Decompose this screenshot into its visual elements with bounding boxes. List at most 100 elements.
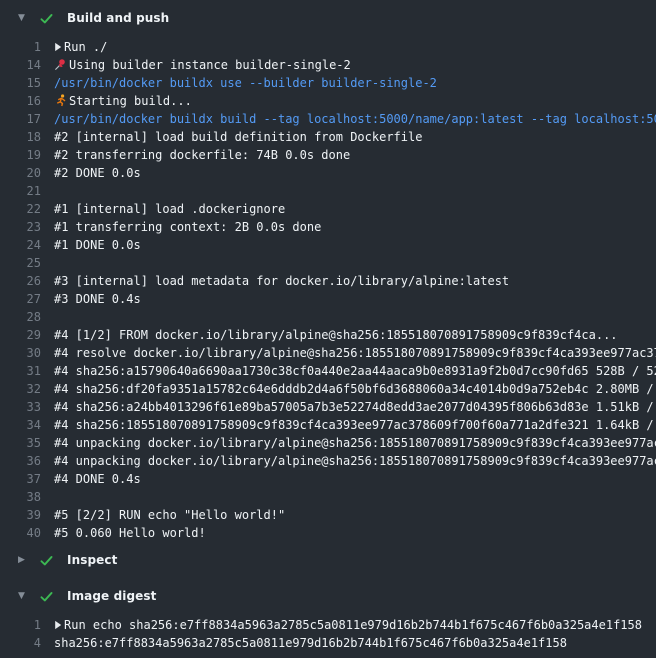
log-line: 32 #4 sha256:df20fa9351a15782c64e6dddb2d4… (0, 380, 656, 398)
log-line: 21 (0, 182, 656, 200)
log-text-content: Starting build... (69, 94, 192, 108)
log-text-command: /usr/bin/docker buildx build --tag local… (54, 112, 656, 126)
log-line: 37 #4 DONE 0.4s (0, 470, 656, 488)
log-text-content: #4 sha256:185518070891758909c9f839cf4ca3… (54, 418, 656, 432)
line-number[interactable]: 24 (0, 236, 41, 254)
section-inspect: ▶ Inspect (0, 542, 656, 578)
line-number[interactable]: 17 (0, 110, 41, 128)
section-header-image-digest[interactable]: ▼Image digest (0, 578, 656, 614)
log-line: 40 #5 0.060 Hello world! (0, 524, 656, 542)
log-line: 16 Starting build... (0, 92, 656, 110)
line-number[interactable]: 28 (0, 308, 41, 326)
line-number[interactable]: 1 (0, 616, 41, 634)
chevron-down-icon[interactable]: ▼ (18, 14, 29, 23)
log-line: 4 sha256:e7ff8834a5963a2785c5a0811e979d16… (0, 634, 656, 652)
log-text-content: #3 [internal] load metadata for docker.i… (54, 274, 509, 288)
log-text-content: #3 DONE 0.4s (54, 292, 141, 306)
line-number[interactable]: 32 (0, 380, 41, 398)
success-check-icon (39, 589, 54, 604)
log-text: #3 [internal] load metadata for docker.i… (54, 274, 509, 288)
line-number[interactable]: 37 (0, 470, 41, 488)
log-text-content: #4 resolve docker.io/library/alpine@sha2… (54, 346, 656, 360)
section-header-inspect[interactable]: ▶ Inspect (0, 542, 656, 578)
workflow-log-viewer: ▼Build and push1Run ./14Using builder in… (0, 0, 656, 652)
log-text: #4 unpacking docker.io/library/alpine@sh… (54, 454, 656, 468)
log-line: 24 #1 DONE 0.0s (0, 236, 656, 254)
log-text-content: #2 DONE 0.0s (54, 166, 141, 180)
log-text: #1 DONE 0.0s (54, 238, 141, 252)
log-text: #1 [internal] load .dockerignore (54, 202, 285, 216)
line-number[interactable]: 33 (0, 398, 41, 416)
run-toggle-icon[interactable] (54, 616, 64, 634)
line-number[interactable]: 16 (0, 92, 41, 110)
section-build-and-push: ▼Build and push 1 Run ./ 14 Using builder in… (0, 0, 656, 542)
log-text-content: #1 [internal] load .dockerignore (54, 202, 285, 216)
line-number[interactable]: 15 (0, 74, 41, 92)
line-number[interactable]: 27 (0, 290, 41, 308)
line-number[interactable]: 25 (0, 254, 41, 272)
log-text-content: Run echo sha256:e7ff8834a5963a2785c5a081… (64, 618, 642, 632)
log-line: 34 #4 sha256:185518070891758909c9f839cf4c… (0, 416, 656, 434)
line-number[interactable]: 36 (0, 452, 41, 470)
line-number[interactable]: 18 (0, 128, 41, 146)
line-number[interactable]: 40 (0, 524, 41, 542)
log-text: #1 transferring context: 2B 0.0s done (54, 220, 321, 234)
log-text: #4 [1/2] FROM docker.io/library/alpine@s… (54, 328, 618, 342)
log-line: 31 #4 sha256:a15790640a6690aa1730c38cf0a4… (0, 362, 656, 380)
line-number[interactable]: 20 (0, 164, 41, 182)
log-line: 25 (0, 254, 656, 272)
line-number[interactable]: 31 (0, 362, 41, 380)
section-image-digest: ▼Image digest 1 Run echo sha256:e7ff8834a5… (0, 578, 656, 652)
section-header-build-and-push[interactable]: ▼Build and push (0, 0, 656, 36)
line-number[interactable]: 29 (0, 326, 41, 344)
log-text-content: Using builder instance builder-single-2 (69, 58, 351, 72)
log-text-content: #2 [internal] load build definition from… (54, 130, 422, 144)
line-number[interactable]: 26 (0, 272, 41, 290)
line-number[interactable]: 39 (0, 506, 41, 524)
log-text: #4 sha256:185518070891758909c9f839cf4ca3… (54, 418, 656, 432)
log-text: #2 [internal] load build definition from… (54, 130, 422, 144)
line-number[interactable]: 14 (0, 56, 41, 74)
log-line: 23 #1 transferring context: 2B 0.0s done (0, 218, 656, 236)
log-text: #4 sha256:a24bb4013296f61e89ba57005a7b3e… (54, 400, 656, 414)
line-number[interactable]: 4 (0, 634, 41, 652)
log-text-content: #4 unpacking docker.io/library/alpine@sh… (54, 454, 656, 468)
log-text: #5 [2/2] RUN echo "Hello world!" (54, 508, 285, 522)
line-number[interactable]: 21 (0, 182, 41, 200)
line-number[interactable]: 1 (0, 38, 41, 56)
log-text-content: #1 transferring context: 2B 0.0s done (54, 220, 321, 234)
pushpin-icon (54, 56, 69, 74)
line-number[interactable]: 34 (0, 416, 41, 434)
log-line: 20 #2 DONE 0.0s (0, 164, 656, 182)
log-text: #4 sha256:df20fa9351a15782c64e6dddb2d4a6… (54, 382, 656, 396)
log-line: 30 #4 resolve docker.io/library/alpine@sh… (0, 344, 656, 362)
chevron-down-icon[interactable]: ▼ (18, 592, 29, 601)
line-number[interactable]: 22 (0, 200, 41, 218)
log-text-content: #4 DONE 0.4s (54, 472, 141, 486)
line-number[interactable]: 19 (0, 146, 41, 164)
line-number[interactable]: 23 (0, 218, 41, 236)
log-text-content: #4 [1/2] FROM docker.io/library/alpine@s… (54, 328, 618, 342)
log-line: 17/usr/bin/docker buildx build --tag loc… (0, 110, 656, 128)
chevron-right-icon[interactable]: ▶ (18, 556, 29, 565)
log-text-command: /usr/bin/docker buildx use --builder bui… (54, 76, 437, 90)
log-text: Starting build... (54, 94, 192, 108)
section-title: Inspect (67, 553, 117, 567)
log-line: 19#2 transferring dockerfile: 74B 0.0s d… (0, 146, 656, 164)
line-number[interactable]: 30 (0, 344, 41, 362)
log-line: 14 Using builder instance builder-single-… (0, 56, 656, 74)
log-text-content: #5 0.060 Hello world! (54, 526, 206, 540)
log-text-content: sha256:e7ff8834a5963a2785c5a0811e979d16b… (54, 636, 567, 650)
line-number[interactable]: 35 (0, 434, 41, 452)
line-number[interactable]: 38 (0, 488, 41, 506)
log-line: 26 #3 [internal] load metadata for docker… (0, 272, 656, 290)
run-toggle-icon[interactable] (54, 38, 64, 56)
success-check-icon (39, 11, 54, 26)
runner-icon (54, 92, 69, 110)
log-text: #4 sha256:a15790640a6690aa1730c38cf0a440… (54, 364, 656, 378)
log-lines-image-digest: 1 Run echo sha256:e7ff8834a5963a2785c5a08… (0, 614, 656, 652)
log-line: 36 #4 unpacking docker.io/library/alpine@… (0, 452, 656, 470)
log-text: Run ./ (54, 40, 107, 54)
log-text: #4 DONE 0.4s (54, 472, 141, 486)
log-text-content: #4 sha256:df20fa9351a15782c64e6dddb2d4a6… (54, 382, 656, 396)
